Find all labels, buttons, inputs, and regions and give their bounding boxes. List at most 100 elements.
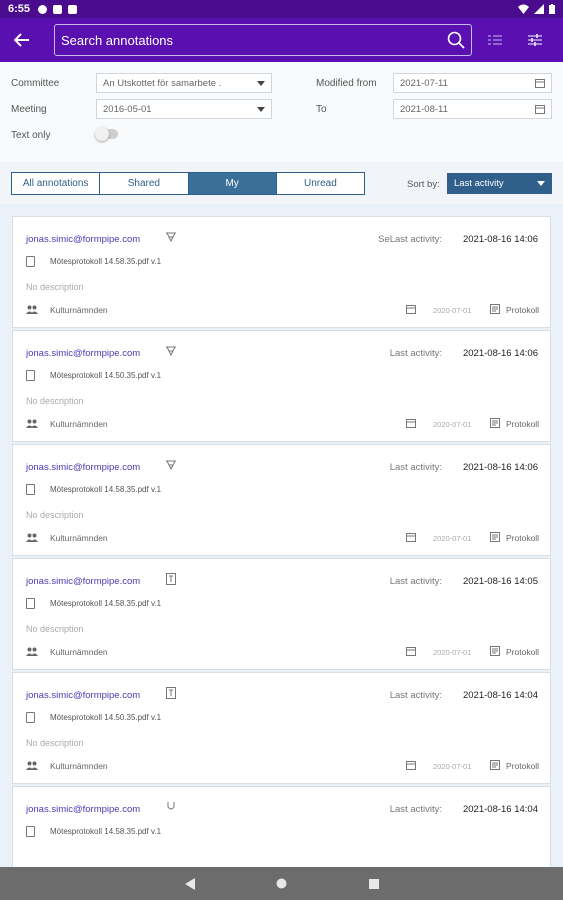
tab-all-annotations[interactable]: All annotations	[12, 173, 101, 194]
status-time: 6:55	[8, 3, 31, 15]
annotation-group: Kulturnämnden	[50, 419, 108, 429]
to-date-value: 2021-08-11	[400, 103, 448, 115]
last-activity-date: 2021-08-16 14:06	[462, 462, 538, 473]
file-icon	[26, 712, 35, 723]
annotation-file: Mötesprotokoll 14.58.35.pdf v.1	[50, 257, 162, 266]
annotation-scope-tabs: All annotations Shared My Unread	[11, 172, 365, 195]
tab-shared[interactable]: Shared	[100, 173, 189, 194]
annotation-description: No description	[26, 738, 84, 748]
settings-status-icon	[38, 4, 48, 14]
checklist-icon	[488, 35, 502, 45]
app-toolbar	[0, 18, 563, 62]
meeting-date: 2020-07-01	[433, 420, 472, 429]
meeting-select[interactable]: 2016-05-01	[96, 99, 272, 119]
chevron-down-icon	[537, 181, 545, 186]
filter-panel: Committee An Utskottet för samarbete . M…	[0, 62, 563, 162]
back-button[interactable]	[0, 18, 44, 62]
to-date-field[interactable]: 2021-08-11	[393, 99, 552, 119]
annotation-card[interactable]: jonas.simic@formpipe.com Last activity: …	[12, 444, 551, 556]
file-icon	[26, 484, 35, 495]
search-icon[interactable]	[447, 31, 465, 49]
nav-recents-button[interactable]	[367, 877, 381, 891]
last-activity-date: 2021-08-16 14:06	[462, 234, 538, 245]
last-activity-date: 2021-08-16 14:04	[462, 690, 538, 701]
toggle-knob	[95, 127, 109, 141]
last-activity-label: SeLast activity:	[378, 234, 442, 245]
document-icon	[490, 418, 500, 428]
meeting-value: 2016-05-01	[103, 103, 152, 115]
arrow-left-icon	[14, 33, 29, 47]
meeting-label: Meeting	[11, 104, 47, 115]
modified-from-field[interactable]: 2021-07-11	[393, 73, 552, 93]
annotation-card[interactable]: jonas.simic@formpipe.com Last activity: …	[12, 786, 551, 867]
last-activity-label: Last activity:	[389, 804, 442, 815]
annotation-group: Kulturnämnden	[50, 647, 108, 657]
annotation-group: Kulturnämnden	[50, 305, 108, 315]
calendar-icon	[406, 761, 416, 770]
highlight-icon	[166, 460, 176, 471]
chevron-down-icon	[257, 80, 265, 86]
notification-status-icon	[53, 4, 63, 14]
annotation-file: Mötesprotokoll 14.50.35.pdf v.1	[50, 713, 162, 722]
calendar-icon	[406, 419, 416, 428]
text-note-icon	[166, 573, 176, 585]
chevron-down-icon	[257, 106, 265, 112]
tab-unread[interactable]: Unread	[276, 173, 364, 194]
meeting-date: 2020-07-01	[433, 534, 472, 543]
annotation-user: jonas.simic@formpipe.com	[26, 576, 141, 587]
annotation-user: jonas.simic@formpipe.com	[26, 462, 141, 473]
sort-select[interactable]: Last activity	[447, 173, 552, 194]
annotation-user: jonas.simic@formpipe.com	[26, 348, 141, 359]
sort-value: Last activity	[454, 178, 504, 189]
search-box[interactable]	[54, 24, 472, 56]
last-activity-label: Last activity:	[389, 462, 442, 473]
group-icon	[26, 533, 38, 542]
tab-my[interactable]: My	[188, 173, 277, 194]
document-type: Protokoll	[506, 419, 540, 429]
file-icon	[26, 256, 35, 267]
calendar-icon[interactable]	[535, 78, 545, 88]
annotation-card[interactable]: jonas.simic@formpipe.com SeLast activity…	[12, 216, 551, 328]
committee-select[interactable]: An Utskottet för samarbete .	[96, 73, 272, 93]
annotation-card[interactable]: jonas.simic@formpipe.com Last activity: …	[12, 558, 551, 670]
last-activity-date: 2021-08-16 14:06	[462, 348, 538, 359]
annotation-list: jonas.simic@formpipe.com SeLast activity…	[0, 204, 563, 867]
annotation-card[interactable]: jonas.simic@formpipe.com Last activity: …	[12, 672, 551, 784]
last-activity-date: 2021-08-16 14:05	[462, 576, 538, 587]
nav-home-button[interactable]	[275, 877, 289, 891]
search-input[interactable]	[61, 32, 447, 48]
text-only-toggle[interactable]	[95, 127, 118, 141]
annotation-user: jonas.simic@formpipe.com	[26, 690, 141, 701]
annotation-file: Mötesprotokoll 14.50.35.pdf v.1	[50, 371, 162, 380]
calendar-icon[interactable]	[535, 104, 545, 114]
triangle-back-icon	[184, 877, 195, 890]
annotation-description: No description	[26, 624, 84, 634]
file-icon	[26, 826, 35, 837]
text-only-label: Text only	[11, 130, 51, 141]
system-nav-bar	[0, 867, 563, 900]
document-icon	[490, 760, 500, 770]
nav-back-button[interactable]	[183, 877, 197, 891]
filter-settings-button[interactable]	[518, 23, 552, 57]
document-icon	[490, 532, 500, 542]
highlight-icon	[166, 346, 176, 357]
annotation-file: Mötesprotokoll 14.58.35.pdf v.1	[50, 827, 162, 836]
calendar-icon	[406, 305, 416, 314]
text-note-icon	[166, 687, 176, 699]
checklist-filter-button[interactable]	[478, 23, 512, 57]
status-bar: 6:55	[0, 0, 563, 18]
annotation-group: Kulturnämnden	[50, 761, 108, 771]
meeting-date: 2020-07-01	[433, 306, 472, 315]
file-icon	[26, 370, 35, 381]
sim-status-icon	[68, 4, 78, 14]
annotation-description: No description	[26, 396, 84, 406]
group-icon	[26, 419, 38, 428]
annotation-file: Mötesprotokoll 14.58.35.pdf v.1	[50, 485, 162, 494]
wifi-icon	[518, 4, 529, 14]
annotation-description: No description	[26, 282, 84, 292]
document-type: Protokoll	[506, 305, 540, 315]
document-icon	[490, 646, 500, 656]
annotation-card[interactable]: jonas.simic@formpipe.com Last activity: …	[12, 330, 551, 442]
circle-home-icon	[276, 878, 287, 889]
committee-value: An Utskottet för samarbete .	[103, 77, 222, 89]
